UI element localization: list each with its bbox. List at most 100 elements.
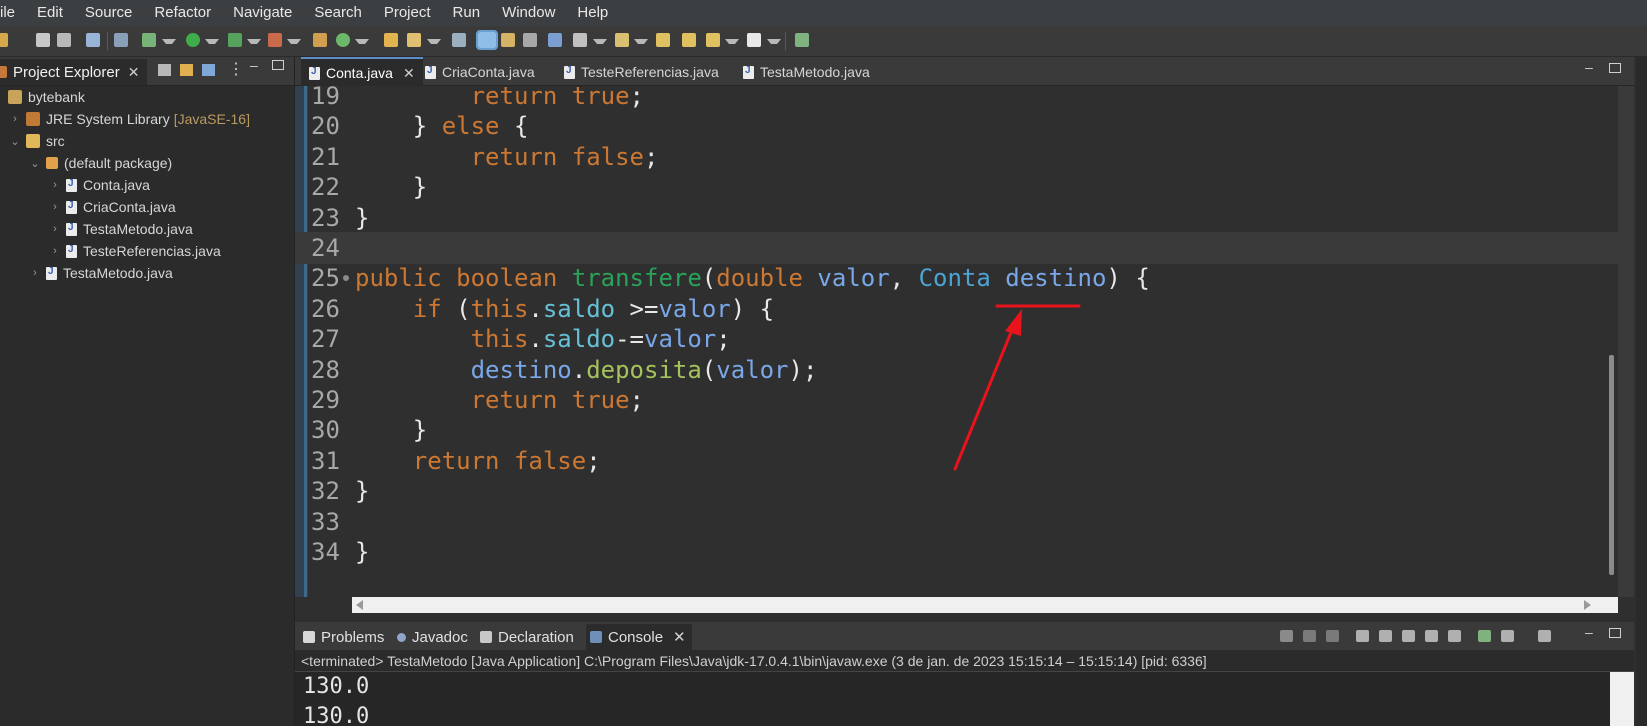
back-dropdown-icon[interactable] <box>725 39 739 48</box>
editor-horizontal-scrollbar[interactable] <box>352 597 1618 613</box>
editor-vertical-scrollbar[interactable] <box>1618 86 1634 597</box>
scroll-left-icon[interactable] <box>356 600 363 610</box>
code-line[interactable]: 29 return true; <box>295 384 1618 416</box>
tab-testametodo-java[interactable]: TestaMetodo.java <box>735 59 878 85</box>
code-line[interactable]: 27 this.saldo-=valor; <box>295 323 1618 355</box>
tree-item-testereferencias-java[interactable]: › TesteReferencias.java <box>50 240 221 262</box>
code-line[interactable]: 33 <box>295 506 1618 538</box>
new-icon[interactable] <box>0 33 8 47</box>
maximize-icon[interactable] <box>272 60 284 70</box>
console-vertical-scrollbar[interactable] <box>1610 672 1634 726</box>
save-icon[interactable] <box>36 33 50 47</box>
close-icon[interactable]: ✕ <box>128 64 140 81</box>
tab-conta-java[interactable]: Conta.java ✕ <box>301 57 423 87</box>
open-perspective-icon[interactable] <box>795 33 809 47</box>
menu-refactor[interactable]: Refactor <box>143 0 222 26</box>
code-line[interactable]: 19 return true; <box>295 86 1618 112</box>
console-output[interactable]: 130.0 130.0 <box>295 672 1610 726</box>
search-icon[interactable] <box>407 33 421 47</box>
clear-console-icon[interactable] <box>1356 630 1369 642</box>
terminal-icon[interactable] <box>86 33 100 47</box>
code-line[interactable]: 25 public boolean transfere(double valor,… <box>295 262 1618 294</box>
collapse-icon[interactable]: ⌄ <box>30 157 40 170</box>
remove-all-terminated-icon[interactable] <box>1326 630 1339 642</box>
menu-source[interactable]: Source <box>74 0 144 26</box>
scroll-right-icon[interactable] <box>1584 600 1591 610</box>
minimize-icon[interactable]: ‒ <box>1585 59 1593 75</box>
menu-window[interactable]: Window <box>491 0 566 26</box>
close-tab-icon[interactable]: ✕ <box>403 65 415 82</box>
menu-project[interactable]: Project <box>373 0 442 26</box>
back-history-icon[interactable] <box>706 33 720 47</box>
tab-problems[interactable]: Problems <box>303 624 384 650</box>
menu-run[interactable]: Run <box>442 0 492 26</box>
remove-launch-icon[interactable] <box>1303 630 1316 642</box>
word-wrap-icon[interactable] <box>1402 630 1415 642</box>
editor-scroll-thumb[interactable] <box>1609 355 1614 575</box>
collapse-all-icon[interactable] <box>158 64 171 76</box>
tab-testereferencias-java[interactable]: TesteReferencias.java <box>556 59 727 85</box>
collapse-icon[interactable]: ⌄ <box>10 135 20 148</box>
external-tools-dropdown-icon[interactable] <box>287 39 301 48</box>
search-dropdown-icon[interactable] <box>427 39 441 48</box>
menu-help[interactable]: Help <box>566 0 619 26</box>
coverage-icon[interactable] <box>228 33 242 47</box>
tab-criaconta-java[interactable]: CriaConta.java <box>417 59 543 85</box>
tree-item-testametodo-java[interactable]: › TestaMetodo.java <box>50 218 193 240</box>
run-dropdown-icon[interactable] <box>205 39 219 48</box>
task-icon[interactable] <box>452 33 466 47</box>
pin-console-icon[interactable] <box>1478 630 1491 642</box>
menu-search[interactable]: Search <box>303 0 373 26</box>
tree-item-criaconta-java[interactable]: › CriaConta.java <box>50 196 175 218</box>
skip-breakpoints-icon[interactable] <box>114 33 128 47</box>
code-line[interactable]: 23} <box>295 202 1618 234</box>
block-selection-icon[interactable] <box>501 33 515 47</box>
maximize-icon[interactable] <box>1609 63 1621 73</box>
code-editor[interactable]: 19 return true; 20 } else {21 return fals… <box>295 86 1618 597</box>
maximize-icon[interactable] <box>1609 628 1621 638</box>
previous-annotation-dropdown-icon[interactable] <box>634 39 648 48</box>
last-edit-icon[interactable] <box>656 33 670 47</box>
code-line[interactable]: 34} <box>295 536 1618 568</box>
expand-icon[interactable]: › <box>50 201 60 213</box>
new-class-dropdown-icon[interactable] <box>355 39 369 48</box>
display-console-icon[interactable] <box>1501 630 1514 642</box>
open-console-icon[interactable] <box>1538 630 1551 642</box>
terminate-icon[interactable] <box>1280 630 1293 642</box>
filter-icon[interactable] <box>202 64 215 76</box>
minimize-icon[interactable]: ‒ <box>250 57 258 73</box>
show-on-output-icon[interactable] <box>1425 630 1438 642</box>
mark-occurrences-icon[interactable] <box>476 30 498 50</box>
previous-annotation-icon[interactable] <box>615 33 629 47</box>
code-line[interactable]: 24 <box>295 232 1618 264</box>
paragraph-icon[interactable] <box>548 33 562 47</box>
menu-edit[interactable]: Edit <box>26 0 74 26</box>
tab-project-explorer[interactable]: Project Explorer ✕ <box>0 59 148 85</box>
expand-icon[interactable]: › <box>50 223 60 235</box>
run-icon[interactable] <box>186 33 200 47</box>
debug-dropdown-icon[interactable] <box>162 39 176 48</box>
menu-navigate[interactable]: Navigate <box>222 0 303 26</box>
external-tools-icon[interactable] <box>268 33 282 47</box>
code-line[interactable]: 26 if (this.saldo >=valor) { <box>295 293 1618 325</box>
save-all-icon[interactable] <box>57 33 71 47</box>
link-with-editor-icon[interactable] <box>180 64 193 76</box>
tree-item-src[interactable]: ⌄ src <box>10 130 64 152</box>
show-whitespace-icon[interactable] <box>523 33 537 47</box>
code-line[interactable]: 30 } <box>295 414 1618 446</box>
forward-dropdown-icon[interactable] <box>767 39 781 48</box>
close-tab-icon[interactable]: ✕ <box>673 628 686 646</box>
coverage-dropdown-icon[interactable] <box>247 39 261 48</box>
expand-icon[interactable]: › <box>30 267 40 279</box>
next-annotation-dropdown-icon[interactable] <box>593 39 607 48</box>
back-icon[interactable] <box>682 33 696 47</box>
tree-item-bytebank[interactable]: bytebank <box>8 86 85 108</box>
scroll-lock-icon[interactable] <box>1379 630 1392 642</box>
open-type-icon[interactable] <box>384 33 398 47</box>
code-line[interactable]: 31 return false; <box>295 445 1618 477</box>
new-class-icon[interactable] <box>336 33 350 47</box>
view-menu-icon[interactable]: ⋮ <box>228 59 244 79</box>
debug-icon[interactable] <box>142 33 156 47</box>
code-line[interactable]: 20 } else { <box>295 110 1618 142</box>
show-on-error-icon[interactable] <box>1448 630 1461 642</box>
